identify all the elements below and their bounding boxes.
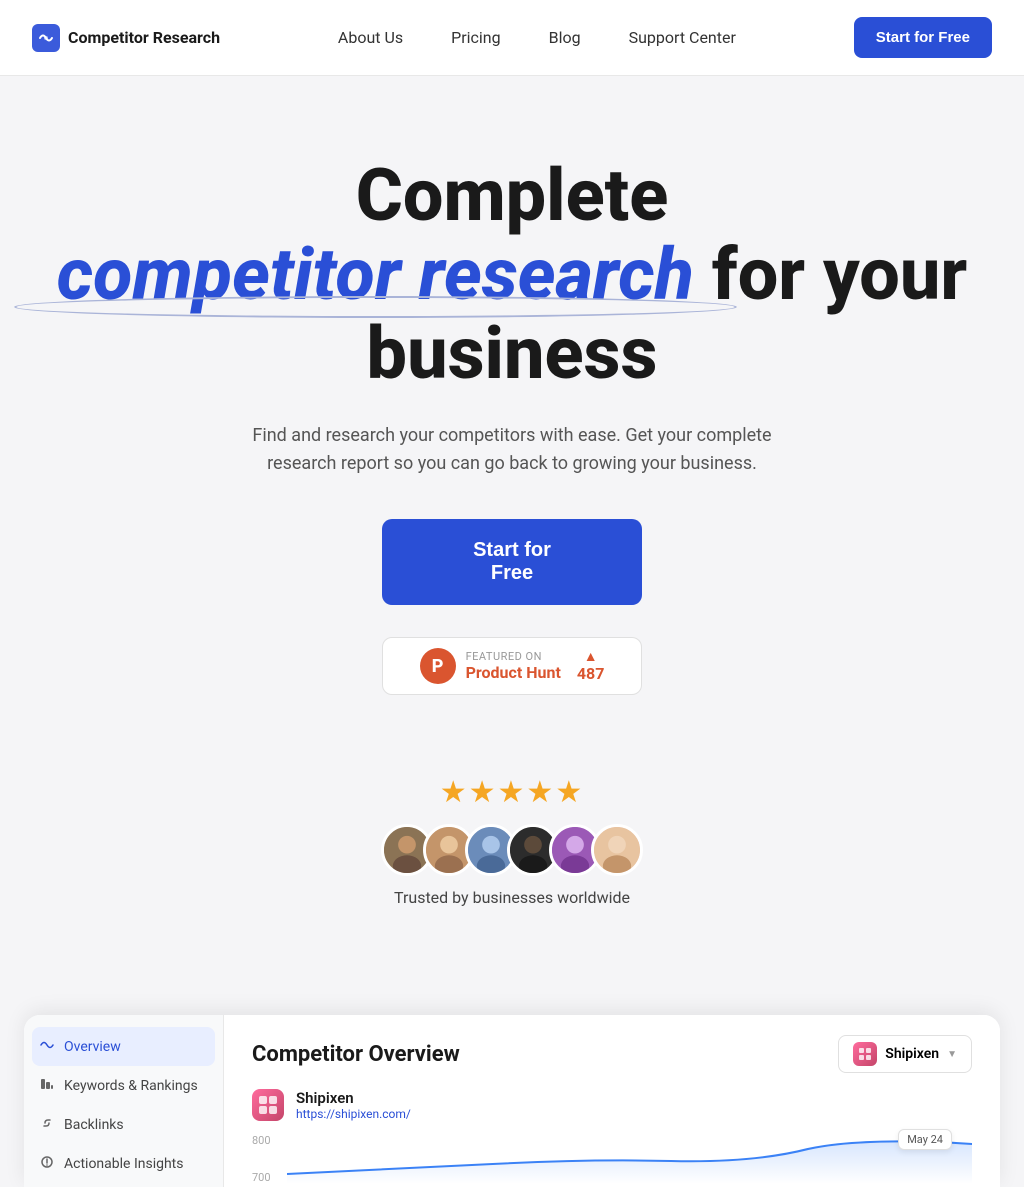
chart-date-badge: May 24 [898,1129,952,1150]
logo-text: Competitor Research [68,28,220,47]
chart-label-700: 700 [252,1171,271,1184]
hero-subtitle: Find and research your competitors with … [222,422,802,480]
trend-chart [287,1129,972,1184]
nav-pricing[interactable]: Pricing [451,28,501,47]
ph-icon: P [420,648,456,684]
keywords-icon [40,1076,54,1095]
sidebar-item-keywords-label: Keywords & Rankings [64,1078,198,1094]
chevron-down-icon: ▼ [947,1049,957,1060]
trust-text: Trusted by businesses worldwide [40,888,984,907]
main-content-title: Competitor Overview [252,1042,460,1067]
insights-icon [40,1154,54,1173]
backlinks-icon [40,1115,54,1134]
sidebar-item-overview-label: Overview [64,1039,121,1055]
competitor-info: Shipixen https://shipixen.com/ [296,1089,411,1121]
hero-title-part3: business [367,311,658,396]
hero-title-part2: for your [712,232,967,317]
app-preview: Overview Keywords & Rankings Backlinks [24,1015,1000,1187]
competitor-name: Shipixen [296,1089,411,1107]
sidebar-item-backlinks-label: Backlinks [64,1117,124,1133]
main-header: Competitor Overview Shipixen ▼ [252,1035,972,1073]
ph-text: FEATURED ON Product Hunt [466,650,561,682]
nav-about[interactable]: About Us [338,28,403,47]
nav-links: About Us Pricing Blog Support Center [338,28,736,47]
nav-support[interactable]: Support Center [629,28,736,47]
company-selector-label: Shipixen [885,1046,939,1062]
hero-title-highlight: competitor research [57,235,694,314]
nav-cta-button[interactable]: Start for Free [854,17,992,58]
competitor-url: https://shipixen.com/ [296,1107,411,1121]
ph-arrow-icon: ▲ [584,650,598,664]
sidebar-item-pricing[interactable]: $ Pricing Analysis [24,1183,223,1187]
hero-title: Complete competitor research for your bu… [40,156,984,394]
product-hunt-badge[interactable]: P FEATURED ON Product Hunt ▲ 487 [382,637,642,695]
logo: Competitor Research [32,24,220,52]
overview-icon [40,1037,54,1056]
sidebar-item-keywords[interactable]: Keywords & Rankings [24,1066,223,1105]
avatar-group [40,824,984,876]
hero-section: Complete competitor research for your bu… [0,76,1024,1015]
trust-section: ★★★★★ [40,775,984,907]
competitor-logo [252,1089,284,1121]
ph-number: 487 [577,664,605,683]
sidebar-item-insights[interactable]: Actionable Insights [24,1144,223,1183]
competitor-row: Shipixen https://shipixen.com/ [252,1089,972,1121]
ph-featured-label: FEATURED ON [466,650,561,663]
company-selector[interactable]: Shipixen ▼ [838,1035,972,1073]
chart-label-800: 800 [252,1134,271,1147]
avatar [591,824,643,876]
sidebar: Overview Keywords & Rankings Backlinks [24,1015,224,1187]
logo-icon [32,24,60,52]
hero-cta-button[interactable]: Start for Free [382,519,642,605]
sidebar-item-backlinks[interactable]: Backlinks [24,1105,223,1144]
hero-title-part1: Complete [356,153,669,238]
ph-name: Product Hunt [466,663,561,682]
sidebar-item-insights-label: Actionable Insights [64,1156,184,1172]
star-rating: ★★★★★ [40,775,984,810]
sidebar-item-overview[interactable]: Overview [32,1027,215,1066]
ph-count: ▲ 487 [577,650,605,683]
navbar: Competitor Research About Us Pricing Blo… [0,0,1024,76]
company-icon [853,1042,877,1066]
nav-blog[interactable]: Blog [549,28,581,47]
main-content-area: Competitor Overview Shipixen ▼ [224,1015,1000,1187]
